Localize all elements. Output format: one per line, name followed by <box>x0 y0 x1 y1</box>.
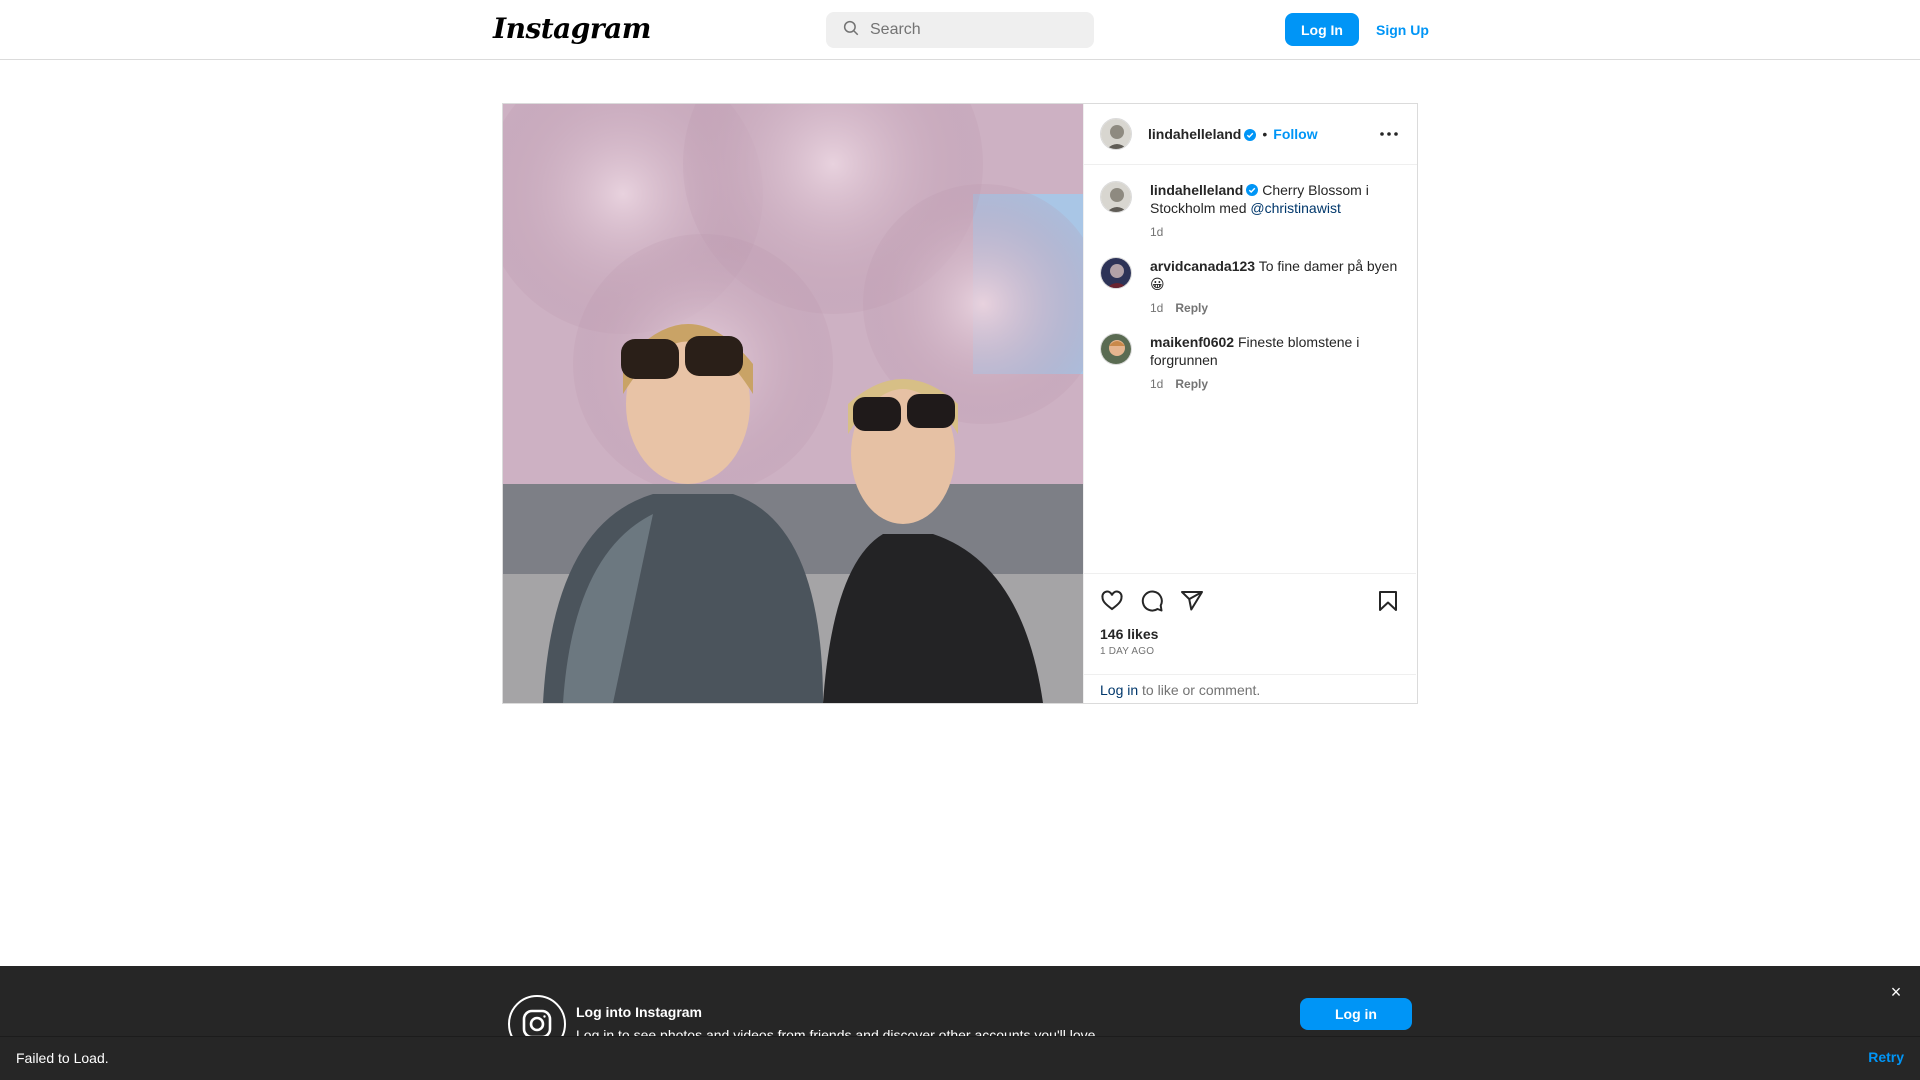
signup-button[interactable]: Sign Up <box>1366 13 1439 46</box>
login-link[interactable]: Log in <box>1100 682 1138 698</box>
header-user: lindahelleland • Follow <box>1148 126 1318 142</box>
search-box[interactable] <box>826 12 1094 48</box>
comments-list: lindahelleland Cherry Blossom i Stockhol… <box>1084 165 1417 393</box>
retry-button[interactable]: Retry <box>1868 1049 1904 1065</box>
login-prompt: Log in to like or comment. <box>1084 674 1416 703</box>
reply-button[interactable]: Reply <box>1175 299 1208 317</box>
banner-login-button[interactable]: Log in <box>1300 998 1412 1030</box>
heart-icon[interactable] <box>1100 589 1124 613</box>
likes-count[interactable]: 146 likes <box>1100 626 1400 642</box>
post-time-ago[interactable]: 1 DAY AGO <box>1100 646 1400 657</box>
comment-item: arvidcanada123 To fine damer på byen 😀 1… <box>1100 257 1401 317</box>
comment-item: maikenf0602 Fineste blomstene i forgrunn… <box>1100 333 1401 393</box>
comment-body: arvidcanada123 To fine damer på byen 😀 1… <box>1150 257 1401 317</box>
comment-body: maikenf0602 Fineste blomstene i forgrunn… <box>1150 333 1401 393</box>
author-avatar[interactable] <box>1100 181 1132 213</box>
author-username[interactable]: lindahelleland <box>1148 126 1241 142</box>
post-header: lindahelleland • Follow <box>1084 104 1417 165</box>
banner-title: Log into Instagram <box>576 1004 702 1020</box>
verified-badge-icon <box>1244 128 1257 141</box>
comment-username[interactable]: maikenf0602 <box>1150 334 1234 350</box>
login-prompt-text: to like or comment. <box>1142 682 1261 698</box>
caption-mention[interactable]: @christinawist <box>1250 200 1340 216</box>
caption-body: lindahelleland Cherry Blossom i Stockhol… <box>1150 181 1401 241</box>
caption: lindahelleland Cherry Blossom i Stockhol… <box>1100 181 1401 241</box>
post-photo[interactable] <box>503 104 1083 703</box>
top-nav: Instagram Log In Sign Up <box>0 0 1920 60</box>
comment-time[interactable]: 1d <box>1150 375 1163 393</box>
commenter-avatar[interactable] <box>1100 257 1132 289</box>
follow-button[interactable]: Follow <box>1273 126 1317 142</box>
bookmark-icon[interactable] <box>1376 589 1400 613</box>
search-input[interactable] <box>870 21 1090 39</box>
instagram-logo[interactable]: Instagram <box>493 12 651 45</box>
close-icon[interactable]: × <box>1886 982 1906 1002</box>
share-icon[interactable] <box>1180 589 1204 613</box>
author-avatar[interactable] <box>1100 118 1132 150</box>
more-options-icon[interactable] <box>1377 122 1401 146</box>
reply-button[interactable]: Reply <box>1175 375 1208 393</box>
caption-time[interactable]: 1d <box>1150 223 1163 241</box>
comment-time[interactable]: 1d <box>1150 299 1163 317</box>
error-message: Failed to Load. <box>16 1050 109 1066</box>
post-actions: 146 likes 1 DAY AGO <box>1084 573 1416 657</box>
action-icons <box>1100 588 1400 614</box>
post-sidebar: lindahelleland • Follow lindahelleland C… <box>1083 104 1417 703</box>
verified-badge-icon <box>1246 182 1259 196</box>
post-card: lindahelleland • Follow lindahelleland C… <box>502 103 1418 704</box>
caption-username[interactable]: lindahelleland <box>1150 182 1243 198</box>
comment-icon[interactable] <box>1140 589 1164 613</box>
error-bar: Failed to Load. Retry <box>0 1036 1920 1080</box>
login-button[interactable]: Log In <box>1285 13 1359 46</box>
commenter-avatar[interactable] <box>1100 333 1132 365</box>
separator-dot: • <box>1262 126 1268 142</box>
search-icon <box>842 19 860 42</box>
comment-username[interactable]: arvidcanada123 <box>1150 258 1255 274</box>
